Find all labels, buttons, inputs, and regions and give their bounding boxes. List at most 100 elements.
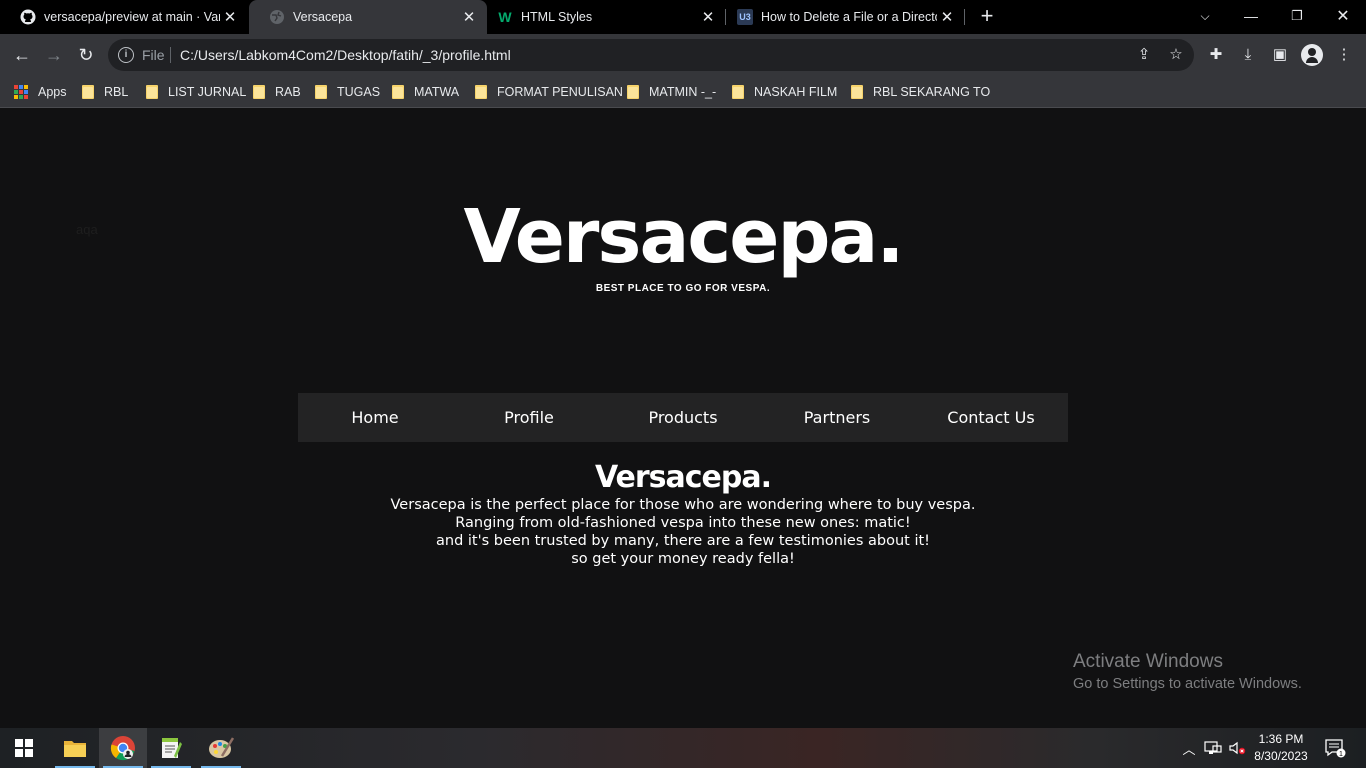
file-explorer-button[interactable] [51, 728, 99, 768]
folder-icon [64, 741, 86, 757]
bookmark-label: NASKAH FILM [754, 85, 838, 99]
bookmark-folder[interactable]: LIST JURNAL [146, 82, 246, 102]
bookmark-folder[interactable]: MATWA [392, 82, 459, 102]
new-tab-button[interactable]: + [976, 5, 998, 28]
browser-toolbar: ← → ↻ i File C:/Users/Labkom4Com2/Deskto… [0, 34, 1366, 76]
u3-icon: U3 [737, 9, 753, 25]
system-clock[interactable]: 1:36 PM 8/30/2023 [1246, 731, 1316, 765]
tab-title: How to Delete a File or a Directo [761, 10, 937, 24]
nav-products[interactable]: Products [606, 393, 760, 442]
extensions-icon[interactable]: ✚ [1206, 45, 1226, 65]
share-icon[interactable]: ⇪ [1134, 45, 1154, 65]
download-icon[interactable]: ⤓ [1238, 45, 1258, 65]
bookmark-folder[interactable]: RBL [82, 82, 128, 102]
tab-github[interactable]: versacepa/preview at main · Varm ✕ [0, 0, 248, 34]
volume-muted-icon[interactable] [1226, 728, 1248, 768]
tab-delete-file[interactable]: U3 How to Delete a File or a Directo ✕ [717, 0, 965, 34]
bookmark-label: RBL SEKARANG TO [873, 85, 991, 99]
bookmark-star-icon[interactable]: ☆ [1166, 45, 1186, 65]
bookmark-label: RAB [275, 85, 301, 99]
bookmark-folder[interactable]: FORMAT PENULISAN [475, 82, 623, 102]
site-navbar: Home Profile Products Partners Contact U… [298, 393, 1068, 442]
folder-icon [146, 85, 158, 99]
content-line: Ranging from old-fashioned vespa into th… [455, 515, 911, 531]
info-icon[interactable]: i [118, 47, 134, 63]
scheme-label: File [142, 47, 165, 63]
nav-home[interactable]: Home [298, 393, 452, 442]
start-button[interactable] [0, 728, 48, 768]
notification-count: 1 [1339, 751, 1343, 758]
windows-logo-icon [15, 739, 33, 757]
paint-button[interactable] [197, 728, 245, 768]
restore-button[interactable]: ❐ [1274, 0, 1320, 32]
tab-title: HTML Styles [521, 10, 593, 24]
bookmark-apps[interactable]: Apps [14, 82, 67, 102]
back-button[interactable]: ← [8, 41, 36, 69]
github-icon [20, 9, 36, 25]
notification-center-icon[interactable]: 1 [1320, 728, 1350, 768]
network-icon[interactable] [1202, 728, 1224, 768]
chrome-button[interactable] [99, 728, 147, 768]
web-page: aqa Versacepa. BEST PLACE TO GO FOR VESP… [0, 109, 1366, 728]
bookmark-label: RBL [104, 85, 129, 99]
brand-tagline: BEST PLACE TO GO FOR VESPA. [595, 283, 771, 294]
side-panel-icon[interactable]: ▣ [1270, 45, 1290, 65]
bookmark-label: LIST JURNAL [168, 85, 247, 99]
chrome-icon [110, 736, 135, 761]
bookmark-label: MATWA [414, 85, 460, 99]
bookmark-label: FORMAT PENULISAN [497, 85, 623, 99]
close-tab-icon[interactable]: ✕ [698, 7, 718, 27]
menu-dots-icon[interactable]: ⋮ [1334, 45, 1354, 65]
folder-icon [627, 85, 639, 99]
content-line: and it's been trusted by many, there are… [436, 533, 930, 549]
bookmark-folder[interactable]: TUGAS [315, 82, 380, 102]
bookmark-folder[interactable]: MATMIN -_- [627, 82, 716, 102]
content-title: Versacepa. [594, 460, 772, 495]
nav-profile[interactable]: Profile [452, 393, 606, 442]
forward-button[interactable]: → [40, 41, 68, 69]
clock-time: 1:36 PM [1258, 732, 1304, 746]
tab-versacepa[interactable]: Versacepa ✕ [249, 0, 487, 34]
bookmark-label: TUGAS [337, 85, 381, 99]
bookmark-folder[interactable]: RBL SEKARANG TO [851, 82, 990, 102]
address-bar[interactable]: i File C:/Users/Labkom4Com2/Desktop/fati… [108, 39, 1194, 71]
brand-logo: Versacepa. [463, 194, 905, 280]
apps-grid-icon [14, 85, 28, 99]
minimize-button[interactable]: — [1228, 0, 1274, 32]
reload-button[interactable]: ↻ [72, 41, 100, 69]
show-hidden-icons-button[interactable]: ︿ [1178, 728, 1200, 768]
folder-icon [732, 85, 744, 99]
bookmark-folder[interactable]: RAB [253, 82, 301, 102]
notepad-icon [162, 738, 182, 758]
tab-title: Versacepa [293, 10, 353, 24]
tab-title: versacepa/preview at main · Varm [44, 10, 220, 24]
bookmark-folder[interactable]: NASKAH FILM [732, 82, 837, 102]
windows-taskbar: ︿ 1:36 PM 8/30/2023 1 [0, 728, 1366, 768]
folder-icon [475, 85, 487, 99]
tab-search-button[interactable]: ⌵ [1182, 0, 1228, 32]
notepad-plus-button[interactable] [147, 728, 195, 768]
globe-icon [269, 9, 285, 25]
bookmarks-bar: Apps RBL LIST JURNAL RAB TUGAS MATWA FOR… [0, 76, 1366, 108]
close-window-button[interactable]: ✕ [1320, 0, 1366, 32]
close-tab-icon[interactable]: ✕ [937, 7, 957, 27]
tab-html-styles[interactable]: W HTML Styles ✕ [477, 0, 726, 34]
bookmark-label: MATMIN -_- [649, 85, 717, 99]
folder-icon [315, 85, 327, 99]
content-line: so get your money ready fella! [571, 551, 795, 567]
bookmark-label: Apps [38, 85, 67, 99]
tab-strip: versacepa/preview at main · Varm ✕ Versa… [0, 0, 1366, 34]
activate-windows-subtitle: Go to Settings to activate Windows. [1073, 676, 1302, 692]
nav-partners[interactable]: Partners [760, 393, 914, 442]
close-tab-icon[interactable]: ✕ [459, 7, 479, 27]
url-text[interactable]: C:/Users/Labkom4Com2/Desktop/fatih/_3/pr… [180, 47, 511, 63]
profile-avatar-icon[interactable] [1301, 44, 1323, 66]
content-line: Versacepa is the perfect place for those… [390, 497, 976, 513]
w3schools-icon: W [498, 9, 512, 25]
folder-icon [392, 85, 404, 99]
paint-palette-icon [209, 737, 234, 758]
nav-contact-us[interactable]: Contact Us [914, 393, 1068, 442]
folder-icon [82, 85, 94, 99]
close-tab-icon[interactable]: ✕ [220, 7, 240, 27]
folder-icon [851, 85, 863, 99]
